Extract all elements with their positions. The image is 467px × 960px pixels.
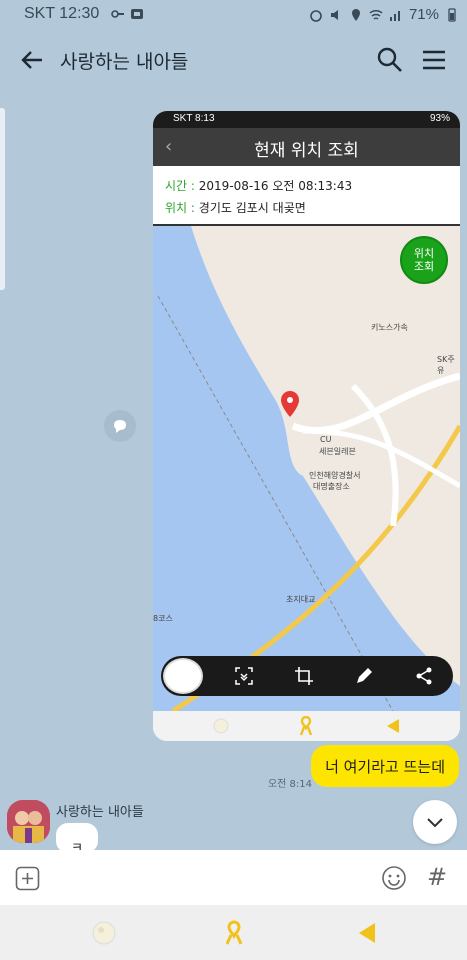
status-time: SKT 12:30	[24, 5, 100, 22]
scroll-down-button[interactable]	[413, 800, 457, 844]
back-arrow-icon[interactable]	[16, 44, 48, 76]
home-ribbon-icon[interactable]	[221, 920, 247, 946]
scroll-edge	[0, 108, 5, 290]
chat-header: 사랑하는 내아들	[0, 30, 467, 90]
alarm-icon	[310, 9, 322, 22]
time-value: 2019-08-16 오전 08:13:43	[198, 179, 353, 193]
battery-icon	[448, 7, 456, 22]
screenshot-thumbnail	[163, 658, 203, 694]
system-navbar	[0, 905, 467, 960]
profile-photo-icon	[7, 800, 50, 843]
location-value: 경기도 김포시 대곶면	[198, 201, 306, 215]
notification-icon	[131, 9, 143, 19]
time-label: 시간 :	[165, 179, 195, 193]
signal-icon	[389, 10, 400, 21]
message-input-bar: #	[0, 850, 467, 905]
map-poi-8: 8코스	[153, 614, 173, 623]
shared-image-navbar	[153, 711, 460, 741]
emoji-icon[interactable]	[381, 865, 407, 891]
status-bar: SKT 12:30 71%	[0, 0, 467, 30]
location-icon	[351, 8, 360, 21]
share-icon	[416, 667, 432, 685]
chevron-down-icon	[427, 818, 443, 828]
their-message-bubble[interactable]: ㅋ	[56, 823, 98, 856]
shared-status-time: SKT 8:13	[173, 113, 215, 124]
my-message-time: 오전 8:14	[267, 779, 312, 790]
location-label: 위치 :	[165, 201, 195, 215]
shared-image-status-bar: SKT 8:13 93%	[153, 111, 460, 128]
locate-button-label: 위치 조회	[413, 247, 435, 273]
wifi-icon	[369, 9, 383, 20]
recent-apps-moon-icon[interactable]	[91, 920, 117, 946]
menu-icon[interactable]	[419, 45, 449, 75]
chat-area[interactable]: SKT 8:13 93% ‹ 현재 위치 조회 시간 : 2019-08-16 …	[0, 90, 467, 856]
shared-status-battery: 93%	[429, 113, 450, 124]
avatar[interactable]	[7, 800, 50, 843]
screenshot-edit-toolbar	[161, 656, 453, 696]
home-moon-icon	[213, 718, 229, 734]
ribbon-icon	[299, 716, 313, 736]
add-attachment-icon[interactable]	[15, 866, 40, 891]
shared-image-titlebar: ‹ 현재 위치 조회	[153, 128, 460, 166]
map-poi-3: CU	[320, 435, 332, 444]
map-poi-4: 세븐일레븐	[319, 447, 356, 456]
message-input[interactable]	[52, 860, 367, 895]
map-poi-7: 초지대교	[286, 595, 316, 604]
location-info: 시간 : 2019-08-16 오전 08:13:43 위치 : 경기도 김포시…	[153, 166, 460, 226]
battery-percent: 71%	[408, 6, 439, 23]
map-poi-5: 인천해양경찰서	[309, 471, 361, 480]
crop-icon	[295, 667, 313, 685]
shared-image[interactable]: SKT 8:13 93% ‹ 현재 위치 조회 시간 : 2019-08-16 …	[153, 111, 460, 741]
shared-image-title: 현재 위치 조회	[254, 141, 359, 161]
back-triangle-icon[interactable]	[355, 920, 381, 946]
locate-button: 위치 조회	[400, 236, 448, 284]
sender-name: 사랑하는 내아들	[56, 805, 144, 820]
map-poi-2: SK주유	[437, 355, 455, 375]
key-icon	[111, 10, 124, 18]
map-poi-1: 키노스가속	[371, 323, 408, 332]
my-message-bubble[interactable]: 너 여기라고 뜨는데	[311, 745, 459, 787]
speech-bubble-icon	[114, 420, 126, 433]
mute-icon	[330, 9, 338, 20]
map-graphic	[153, 226, 460, 711]
search-icon[interactable]	[375, 45, 405, 75]
back-triangle-icon	[387, 719, 399, 733]
hashtag-search-icon[interactable]: #	[424, 864, 450, 890]
pencil-icon	[357, 668, 372, 683]
map-poi-6: 대명출장소	[313, 482, 350, 491]
map-view: 키노스가속 SK주유 CU 세븐일레븐 인천해양경찰서 대명출장소 초지대교 8…	[153, 226, 460, 711]
my-message-text: 너 여기라고 뜨는데	[325, 757, 445, 776]
comment-button[interactable]	[104, 410, 136, 442]
scroll-capture-icon	[235, 667, 253, 685]
chat-title: 사랑하는 내아들	[60, 51, 189, 73]
